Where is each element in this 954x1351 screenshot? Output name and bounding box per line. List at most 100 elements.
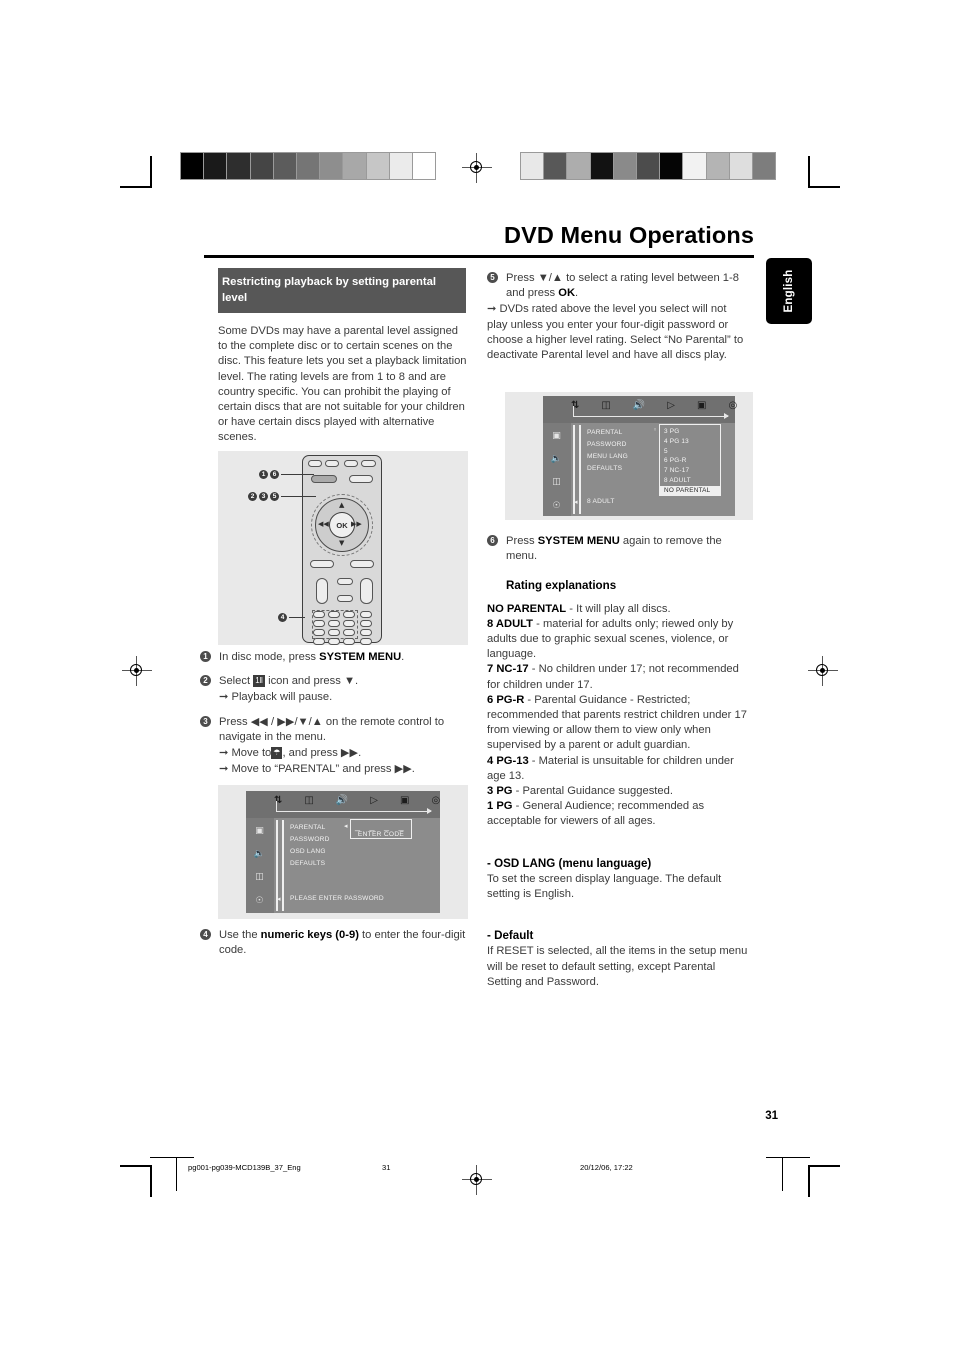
remote-button-top-1 [308,460,322,467]
calibration-swatch [567,153,591,179]
callout-bullet-6: 6 [270,470,279,479]
step-1: 1 In disc mode, press SYSTEM MENU. [200,650,472,665]
subtitle-icon: ◫ [552,477,561,487]
osd-rating-option[interactable]: 5 [664,447,720,457]
crop-mark-br-v [808,1165,810,1197]
osd-status-text: 8 ADULT [587,498,615,505]
callout-bullet-3: 3 [259,492,268,501]
page-title: DVD Menu Operations [504,222,754,248]
osd-rating-option[interactable]: 7 NC-17 [664,466,720,476]
remote-key-2 [328,611,340,618]
step-sub: ➞ Playback will pause. [219,689,472,705]
step-sub: ➞ Move to “PARENTAL” and press ▶▶. [219,762,415,776]
rating-label: 4 PG-13 [487,754,529,767]
osd-rail-cursor-icon: ◂ [277,895,281,903]
osd-menu-item-password[interactable]: PASSWORD [587,439,628,451]
remote-button-dvd-system-menu [311,475,337,483]
step-sub-text: Playback will pause. [231,691,333,704]
arrow-icon: ➞ [219,762,229,776]
callout-leader [281,474,314,475]
step-bold: SYSTEM MENU [537,535,620,547]
calibration-swatch [389,153,413,179]
preference-icon: ◎ [431,795,441,806]
crop-mark-tl-h [120,186,152,188]
rating-item: 6 PG-R - Parental Guidance - Restricted;… [487,693,749,754]
calibration-swatch [181,153,205,179]
osd-rating-option[interactable]: 8 ADULT [664,476,720,486]
left-column: Restricting playback by setting parental… [218,268,470,458]
osd-rail-cursor-icon: ◂ [574,498,578,506]
rating-desc: - It will play all discs. [566,602,671,615]
step-6: 6 Press SYSTEM MENU again to remove the … [487,534,749,564]
osd-parental-screen: ⇅ ◫ 🔊 ▷ ▣ ◎ ▣ 🔈 ◫ ☉ PARENTAL PASSWORD ME… [543,396,737,516]
subtitle-icon: ◫ [255,872,264,882]
step-number: 6 [487,535,498,546]
tv-icon: ▣ [255,826,264,836]
playback-icon: ▷ [667,400,675,411]
remote-numeric-keypad [313,611,375,655]
osd-menu-item-osd-lang[interactable]: OSD LANG [290,846,330,858]
footer-divider-right [766,1157,810,1159]
osd-tab-underline [276,806,432,816]
step-3: 3 Press ◀◀ / ▶▶/▼/▲ on the remote contro… [200,715,472,778]
lock-icon: ☉ [552,501,561,511]
osd-rating-option[interactable]: 3 PG [664,427,720,437]
calibration-swatch [590,153,614,179]
osd-menu-item-defaults[interactable]: DEFAULTS [290,858,330,870]
osd-lang-heading: - OSD LANG (menu language) [487,856,652,870]
crop-mark-tr-v [808,156,810,188]
osd-rating-option[interactable]: 6 PG-R [664,456,720,466]
remote-key-1 [313,611,325,618]
calibration-swatch [320,153,344,179]
crop-mark-bl-h [120,1165,152,1167]
speaker-icon: 🔈 [550,454,563,464]
osd-password-screen: ⇅ ◫ 🔊 ▷ ▣ ◎ ▣ 🔈 ◫ ☉ PARENTAL PASSWORD OS… [246,791,440,913]
osd-rating-option-selected[interactable]: NO PARENTAL [660,485,720,496]
osd-menu-item-menu-lang[interactable]: MENU LANG [587,451,628,463]
step-sub: ➞ Move to ☂, and press ▶▶. [219,746,362,760]
intro-paragraph: Some DVDs may have a parental level assi… [218,325,467,444]
playback-icon: ▷ [370,795,378,806]
osd-rating-option[interactable]: 4 PG 13 [664,437,720,447]
step-2: 2 Select 1‖ icon and press ▼. ➞ Playback… [200,674,472,705]
callout-leader [289,617,305,618]
step-text: Select [219,675,254,688]
osd-enter-code-box[interactable]: _ _ _ _ ENTER CODE [350,819,412,839]
remote-key-5 [328,620,340,627]
osd-password-menu: PARENTAL PASSWORD OSD LANG DEFAULTS [290,822,330,870]
step-text: Press ◀◀ / ▶▶/▼/▲ on the remote control … [219,715,445,743]
remote-button-system-menu [310,560,334,568]
step-sub-text: DVDs rated above the level you select wi… [487,303,744,362]
osd-rating-list-box[interactable]: 3 PG 4 PG 13 5 6 PG-R 7 NC-17 8 ADULT NO… [659,424,721,496]
remote-key-9 [343,629,355,636]
remote-key-8 [328,629,340,636]
calibration-swatch [366,153,390,179]
step-text-post: . [575,287,579,300]
osd-menu-item-password[interactable]: PASSWORD [290,834,330,846]
arrow-icon: ➞ [219,746,229,760]
osd-side-rail: ▣ 🔈 ◫ ☉ [246,818,274,913]
remote-key-7 [313,629,325,636]
osd-cursor-icon: ◦ [653,426,658,434]
tools-icon: 1‖ [253,675,265,688]
audio-icon: 🔊 [632,400,646,411]
osd-icon-row: ⇅ ◫ 🔊 ▷ ▣ ◎ [571,400,737,411]
default-body: If RESET is selected, all the items in t… [487,945,748,988]
display-icon: ◫ [304,795,314,806]
calibration-bar-left [180,152,436,180]
osd-menu-item-parental[interactable]: PARENTAL [290,822,330,834]
callout-bullet-2: 2 [248,492,257,501]
step-bold: OK [558,287,576,300]
remote-next-arrow-icon: ▶▶ [351,520,362,528]
rating-item: 4 PG-13 - Material is unsuitable for chi… [487,754,749,784]
remote-control-figure: OK ▲ ▼ ◀◀ ▶▶ 1 6 2 3 5 4 [218,451,468,645]
osd-menu-item-parental[interactable]: PARENTAL [587,427,628,439]
calibration-swatch [636,153,661,179]
page-number: 31 [765,1110,778,1122]
calibration-swatch [250,153,274,179]
osd-menu-item-defaults[interactable]: DEFAULTS [587,463,628,475]
crop-mark-br-h [808,1165,840,1167]
osd-enter-code-label: _ _ _ _ ENTER CODE [351,821,411,838]
